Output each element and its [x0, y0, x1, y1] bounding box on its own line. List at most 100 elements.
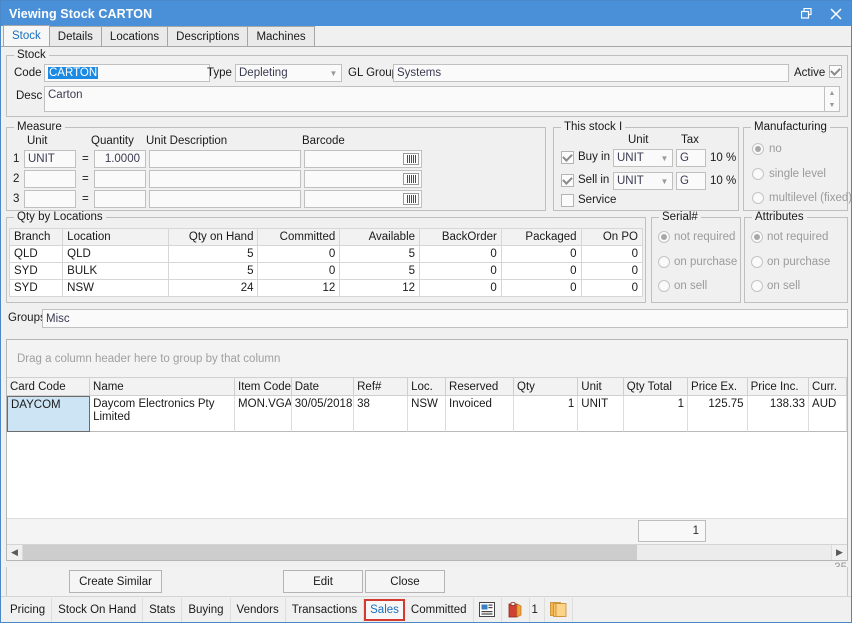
footer-tab-committed[interactable]: Committed [405, 598, 474, 622]
measure-quantity-input[interactable] [94, 170, 146, 188]
buy-in-checkbox[interactable] [561, 151, 574, 164]
buy-unit-select[interactable]: UNIT ▼ [613, 149, 673, 167]
sell-in-checkbox[interactable] [561, 174, 574, 187]
measure-unit-input[interactable]: UNIT [24, 150, 76, 168]
active-checkbox[interactable] [829, 65, 842, 78]
close-icon[interactable] [821, 1, 851, 26]
cell-item-code[interactable]: MON.VGA [235, 396, 292, 432]
measure-unit-description-input[interactable] [149, 190, 301, 208]
cell-price-ex[interactable]: 125.75 [688, 396, 748, 432]
cell-ref[interactable]: 38 [354, 396, 408, 432]
column-header-unit[interactable]: Unit [578, 378, 623, 395]
tab-details[interactable]: Details [49, 26, 102, 46]
tab-locations[interactable]: Locations [101, 26, 168, 46]
footer-tab-buying[interactable]: Buying [182, 598, 230, 622]
table-row[interactable]: DAYCOM Daycom Electronics Pty Limited MO… [7, 396, 847, 432]
table-row[interactable]: SYD BULK 5 0 5 0 0 0 [10, 263, 643, 280]
tab-machines[interactable]: Machines [247, 26, 314, 46]
column-header-qty-on-hand[interactable]: Qty on Hand [168, 229, 258, 246]
footer-tab-transactions[interactable]: Transactions [286, 598, 364, 622]
column-header-committed[interactable]: Committed [258, 229, 340, 246]
footer-tab-vendors[interactable]: Vendors [231, 598, 286, 622]
cell-qty-total[interactable]: 1 [624, 396, 688, 432]
tab-descriptions[interactable]: Descriptions [167, 26, 248, 46]
cell-card-code[interactable]: DAYCOM [7, 396, 90, 432]
barcode-icon[interactable] [403, 193, 419, 205]
cell-qty[interactable]: 1 [514, 396, 578, 432]
scrollbar-thumb[interactable] [23, 545, 637, 560]
manufacturing-radio-single-level[interactable] [752, 168, 764, 180]
column-header-available[interactable]: Available [340, 229, 420, 246]
cell-price-inc[interactable]: 138.33 [748, 396, 809, 432]
table-row[interactable]: SYD NSW 24 12 12 0 0 0 [10, 280, 643, 297]
barcode-icon[interactable] [403, 153, 419, 165]
column-header-branch[interactable]: Branch [10, 229, 63, 246]
desc-spinner[interactable]: ▲ ▼ [825, 86, 840, 112]
measure-unit-input[interactable] [24, 170, 76, 188]
column-header-loc[interactable]: Loc. [408, 378, 446, 395]
serial-radio-on-purchase[interactable] [658, 256, 670, 268]
scroll-right-icon[interactable]: ▶ [831, 545, 847, 560]
table-row[interactable]: QLD QLD 5 0 5 0 0 0 [10, 246, 643, 263]
attributes-radio-on-purchase[interactable] [751, 256, 763, 268]
close-button[interactable]: Close [365, 570, 445, 593]
attributes-radio-on-sell[interactable] [751, 280, 763, 292]
edit-button[interactable]: Edit [283, 570, 363, 593]
create-similar-button[interactable]: Create Similar [69, 570, 162, 593]
tab-stock[interactable]: Stock [3, 25, 50, 46]
column-header-ref[interactable]: Ref# [354, 378, 408, 395]
footer-tab-stats[interactable]: Stats [143, 598, 182, 622]
serial-radio-not-required[interactable] [658, 231, 670, 243]
cell-name[interactable]: Daycom Electronics Pty Limited [90, 396, 235, 432]
column-header-reserved[interactable]: Reserved [446, 378, 514, 395]
cell-reserved[interactable]: Invoiced [446, 396, 514, 432]
cell-unit[interactable]: UNIT [578, 396, 623, 432]
attributes-radio-not-required[interactable] [751, 231, 763, 243]
groups-input[interactable]: Misc [42, 309, 848, 328]
footer-tab-sales[interactable]: Sales [364, 599, 405, 621]
footer-tab-stock-on-hand[interactable]: Stock On Hand [52, 598, 143, 622]
measure-unit-description-input[interactable] [149, 150, 301, 168]
desc-input[interactable]: Carton [44, 86, 825, 112]
manufacturing-radio-multilevel[interactable] [752, 192, 764, 204]
column-header-price-ex[interactable]: Price Ex. [688, 378, 748, 395]
column-header-item-code[interactable]: Item Code [235, 378, 292, 395]
copy-documents-icon[interactable] [545, 598, 573, 622]
cell-curr[interactable]: AUD [809, 396, 847, 432]
attachment-icon[interactable] [502, 598, 530, 622]
type-select[interactable]: Depleting ▼ [235, 64, 342, 82]
code-input[interactable]: CARTON [44, 64, 210, 82]
cell-loc[interactable]: NSW [408, 396, 446, 432]
service-checkbox[interactable] [561, 194, 574, 207]
column-header-on-po[interactable]: On PO [581, 229, 642, 246]
notes-icon[interactable] [474, 598, 502, 622]
column-header-name[interactable]: Name [90, 378, 235, 395]
sell-unit-select[interactable]: UNIT ▼ [613, 172, 673, 190]
barcode-icon[interactable] [403, 173, 419, 185]
column-header-backorder[interactable]: BackOrder [420, 229, 502, 246]
sell-tax-input[interactable]: G [676, 172, 706, 190]
scrollbar-track[interactable] [23, 545, 831, 560]
column-header-qty[interactable]: Qty [514, 378, 578, 395]
gl-group-input[interactable]: Systems [393, 64, 789, 82]
cell-date[interactable]: 30/05/2018 [292, 396, 354, 432]
column-header-location[interactable]: Location [63, 229, 168, 246]
restore-window-icon[interactable] [791, 1, 821, 26]
column-header-packaged[interactable]: Packaged [501, 229, 581, 246]
column-header-qty-total[interactable]: Qty Total [624, 378, 688, 395]
column-header-date[interactable]: Date [292, 378, 354, 395]
group-by-dropzone[interactable]: Drag a column header here to group by th… [7, 340, 847, 378]
column-header-curr[interactable]: Curr. [809, 378, 847, 395]
column-header-price-inc[interactable]: Price Inc. [748, 378, 809, 395]
measure-quantity-input[interactable] [94, 190, 146, 208]
serial-radio-on-sell[interactable] [658, 280, 670, 292]
column-header-card-code[interactable]: Card Code [7, 378, 90, 395]
scroll-left-icon[interactable]: ◀ [7, 545, 23, 560]
measure-unit-description-input[interactable] [149, 170, 301, 188]
horizontal-scrollbar[interactable]: ◀ ▶ [7, 544, 847, 560]
footer-tab-pricing[interactable]: Pricing [4, 598, 52, 622]
measure-unit-input[interactable] [24, 190, 76, 208]
buy-tax-input[interactable]: G [676, 149, 706, 167]
measure-quantity-input[interactable]: 1.0000 [94, 150, 146, 168]
manufacturing-radio-no[interactable] [752, 143, 764, 155]
